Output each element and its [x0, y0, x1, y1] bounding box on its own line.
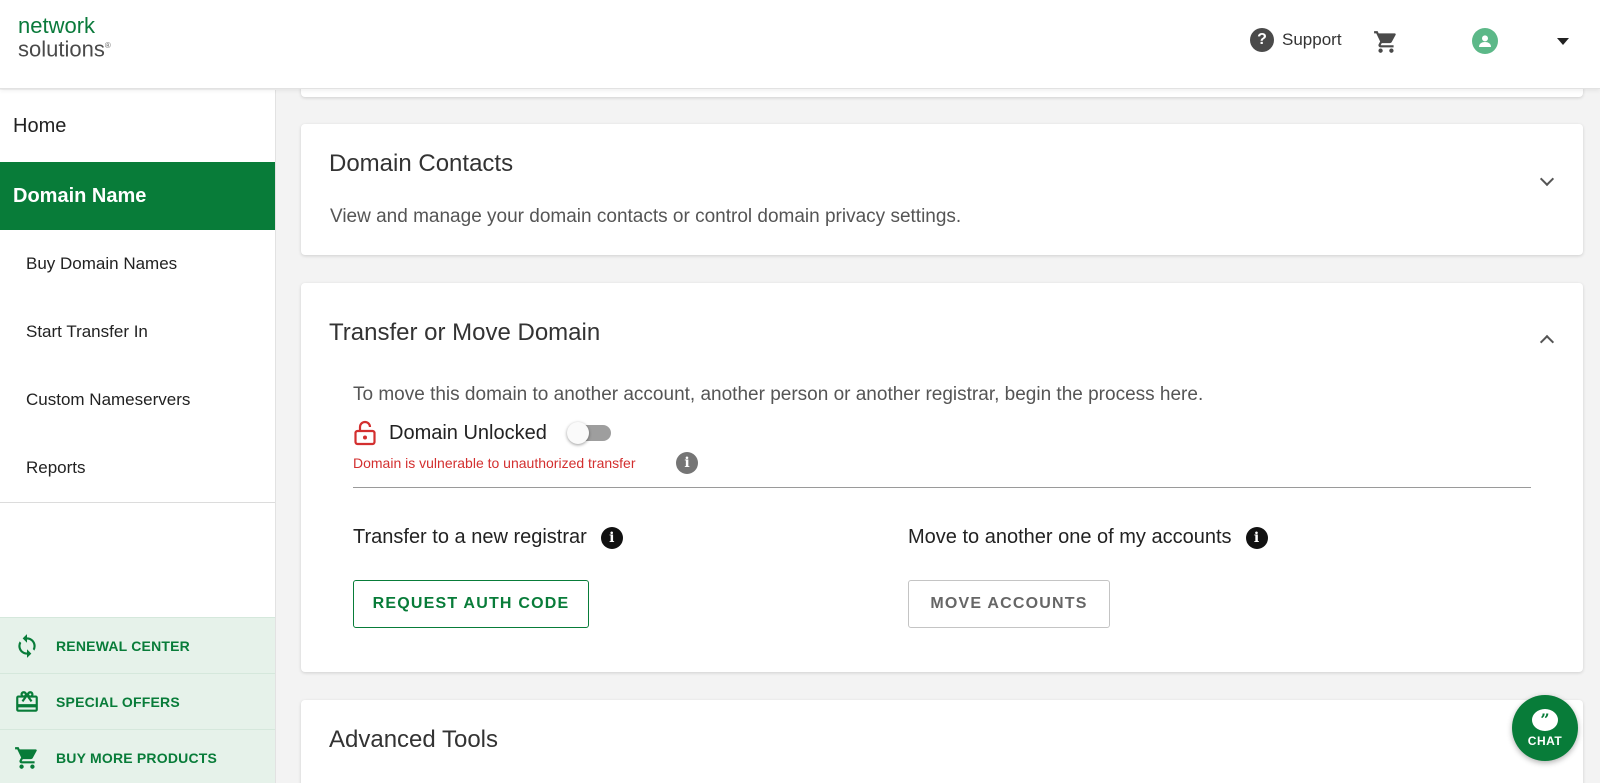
- toggle-knob: [566, 422, 589, 444]
- sidebar-item-home[interactable]: Home: [0, 90, 275, 162]
- gift-icon: [16, 690, 38, 712]
- transfer-registrar-heading: Transfer to a new registrar i: [353, 526, 623, 549]
- buy-more-products-link[interactable]: BUY MORE PRODUCTS: [0, 729, 275, 783]
- chevron-down-icon[interactable]: [1539, 171, 1555, 187]
- user-avatar-icon[interactable]: [1472, 28, 1498, 54]
- domain-lock-row: Domain Unlocked: [353, 420, 611, 446]
- cart-icon[interactable]: [1373, 29, 1399, 55]
- info-icon[interactable]: i: [1245, 526, 1268, 549]
- sidebar-item-reports[interactable]: Reports: [0, 434, 275, 502]
- request-auth-code-button[interactable]: REQUEST AUTH CODE: [353, 580, 589, 628]
- transfer-move-domain-card: Transfer or Move Domain To move this dom…: [301, 283, 1583, 672]
- buy-more-products-label: BUY MORE PRODUCTS: [56, 749, 218, 766]
- transfer-title: Transfer or Move Domain: [329, 319, 601, 346]
- move-accounts-label: Move to another one of my accounts: [908, 526, 1232, 548]
- info-icon[interactable]: i: [600, 526, 623, 549]
- cart-icon: [15, 746, 37, 769]
- domain-lock-label: Domain Unlocked: [389, 421, 547, 444]
- special-offers-link[interactable]: SPECIAL OFFERS: [0, 673, 275, 729]
- chevron-up-icon[interactable]: [1539, 334, 1555, 350]
- chat-button[interactable]: ” CHAT: [1512, 695, 1578, 761]
- sidebar: Home Domain Name Buy Domain Names Start …: [0, 90, 276, 783]
- renewal-center-label: RENEWAL CENTER: [56, 637, 190, 654]
- sidebar-divider: [0, 502, 275, 503]
- advanced-tools-title: Advanced Tools: [329, 726, 499, 753]
- domain-contacts-description: View and manage your domain contacts or …: [330, 206, 962, 227]
- advanced-tools-card: Advanced Tools: [301, 700, 1583, 783]
- move-accounts-button[interactable]: MOVE ACCOUNTS: [908, 580, 1110, 628]
- unlocked-padlock-icon: [354, 420, 376, 446]
- transfer-description: To move this domain to another account, …: [353, 384, 1204, 405]
- network-solutions-logo[interactable]: network solutions®: [18, 13, 111, 62]
- support-link[interactable]: ? Support: [1250, 28, 1342, 52]
- refresh-icon: [18, 633, 36, 658]
- logo-line-2: solutions: [18, 36, 105, 62]
- sidebar-item-domain-name[interactable]: Domain Name: [0, 162, 275, 230]
- chat-bubble-icon: ”: [1532, 708, 1558, 731]
- sidebar-item-buy-domain-names[interactable]: Buy Domain Names: [0, 230, 275, 298]
- logo-line-1: network: [18, 13, 96, 38]
- sidebar-item-start-transfer-in[interactable]: Start Transfer In: [0, 298, 275, 366]
- vulnerability-warning: Domain is vulnerable to unauthorized tra…: [353, 455, 636, 471]
- section-divider: [353, 487, 1531, 488]
- domain-contacts-card: Domain Contacts View and manage your dom…: [301, 124, 1583, 255]
- logo-registered-mark: ®: [104, 41, 111, 50]
- sidebar-item-custom-nameservers[interactable]: Custom Nameservers: [0, 366, 275, 434]
- chat-label: CHAT: [1527, 733, 1563, 748]
- move-accounts-heading: Move to another one of my accounts i: [908, 526, 1268, 549]
- question-circle-icon: ?: [1250, 28, 1274, 52]
- transfer-registrar-label: Transfer to a new registrar: [353, 526, 587, 548]
- special-offers-label: SPECIAL OFFERS: [56, 693, 180, 710]
- domain-lock-toggle[interactable]: [566, 422, 611, 444]
- renewal-center-link[interactable]: RENEWAL CENTER: [0, 617, 275, 673]
- top-header: network solutions® ? Support: [0, 0, 1600, 89]
- support-label: Support: [1282, 30, 1342, 49]
- domain-contacts-title: Domain Contacts: [329, 150, 514, 177]
- account-menu-chevron-down-icon[interactable]: [1557, 38, 1569, 45]
- sidebar-quick-links: RENEWAL CENTER SPECIAL OFFERS BUY MORE P…: [0, 617, 275, 783]
- info-icon[interactable]: i: [676, 452, 698, 474]
